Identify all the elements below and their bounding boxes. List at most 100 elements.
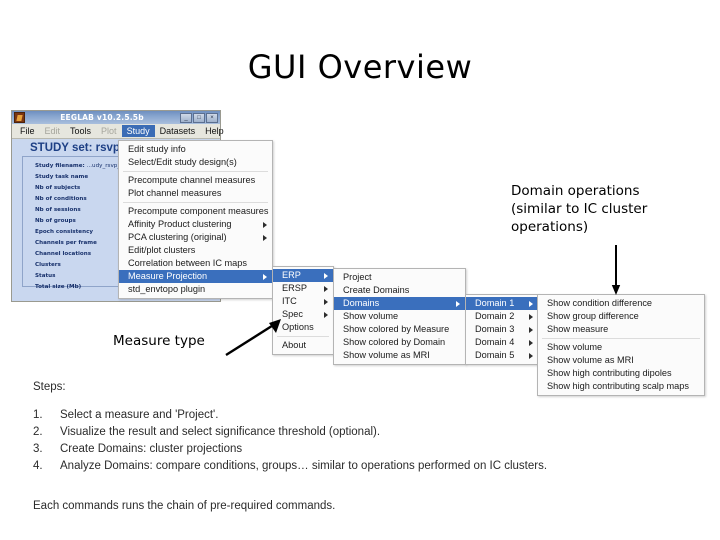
menu-item-show-high-contributing-dipoles[interactable]: Show high contributing dipoles	[538, 367, 704, 380]
menu-item-edit-plot-clusters[interactable]: Edit/plot clusters	[119, 244, 272, 257]
menu-item-show-condition-difference[interactable]: Show condition difference	[538, 297, 704, 310]
menu-item-project[interactable]: Project	[334, 271, 465, 284]
chevron-right-icon	[263, 221, 267, 228]
step-item: 3. Create Domains: cluster projections	[33, 441, 693, 458]
chevron-right-icon	[324, 298, 328, 305]
menu-item-label: Domain 2	[475, 311, 515, 321]
chevron-right-icon	[324, 311, 328, 318]
chevron-right-icon	[263, 234, 267, 241]
menu-item-domain-2[interactable]: Domain 2	[466, 310, 538, 323]
menu-item-domain-4[interactable]: Domain 4	[466, 336, 538, 349]
menubar-item-plot: Plot	[101, 126, 117, 136]
menu-item-domains[interactable]: Domains	[334, 297, 465, 310]
minimize-icon[interactable]: _	[180, 112, 192, 123]
menu-item-options[interactable]: Options	[273, 321, 333, 334]
page-title: GUI Overview	[247, 48, 473, 86]
menu-item-create-domains[interactable]: Create Domains	[334, 284, 465, 297]
domain-operations-submenu: Show condition difference Show group dif…	[537, 294, 705, 396]
annotation-line: Domain operations	[511, 183, 640, 199]
step-text: Select a measure and 'Project'.	[60, 409, 219, 421]
eeglab-app-icon	[14, 112, 25, 123]
menu-item-show-volume[interactable]: Show volume	[538, 341, 704, 354]
menu-item-spec[interactable]: Spec	[273, 308, 333, 321]
maximize-icon[interactable]: □	[193, 112, 205, 123]
menubar-item-tools[interactable]: Tools	[65, 125, 96, 137]
menu-item-show-colored-by-domain[interactable]: Show colored by Domain	[334, 336, 465, 349]
annotation-measure-type: Measure type	[113, 333, 205, 349]
step-number: 1.	[33, 409, 43, 421]
domain-list-submenu: Domain 1 Domain 2 Domain 3 Domain 4 Doma…	[465, 294, 539, 365]
step-number: 2.	[33, 426, 43, 438]
down-arrow-icon	[611, 245, 621, 295]
step-number: 4.	[33, 460, 43, 472]
menu-item-plot-channel-measures[interactable]: Plot channel measures	[119, 187, 272, 200]
menubar-item-study[interactable]: Study	[121, 125, 155, 137]
menu-item-measure-projection[interactable]: Measure Projection	[119, 270, 272, 283]
menu-item-show-group-difference[interactable]: Show group difference	[538, 310, 704, 323]
menubar-item-edit: Edit	[44, 126, 61, 136]
chevron-right-icon	[529, 326, 533, 333]
menu-item-label: Domain 1	[475, 298, 515, 308]
chevron-right-icon	[529, 300, 533, 307]
step-text: Analyze Domains: compare conditions, gro…	[60, 460, 548, 472]
menu-item-label: Domains	[343, 298, 380, 308]
menu-item-show-measure[interactable]: Show measure	[538, 323, 704, 336]
step-text: Create Domains: cluster projections	[60, 443, 243, 455]
menu-item-affinity-product-clustering[interactable]: Affinity Product clustering	[119, 218, 272, 231]
menu-item-about[interactable]: About	[273, 339, 333, 352]
study-field-label: Study filename:	[35, 163, 85, 169]
chevron-right-icon	[529, 339, 533, 346]
step-number: 3.	[33, 443, 43, 455]
chevron-right-icon	[324, 272, 328, 279]
menu-item-domain-5[interactable]: Domain 5	[466, 349, 538, 362]
menu-separator	[123, 202, 268, 203]
chevron-right-icon	[263, 273, 267, 280]
window-titlebar[interactable]: EEGLAB v10.2.5.5b _ □ ×	[12, 111, 220, 124]
menu-item-domain-1[interactable]: Domain 1	[466, 297, 538, 310]
diagonal-arrow-icon	[225, 319, 281, 357]
step-item: 4. Analyze Domains: compare conditions, …	[33, 458, 693, 475]
menu-item-itc[interactable]: ITC	[273, 295, 333, 308]
menu-item-select-edit-study-design[interactable]: Select/Edit study design(s)	[119, 156, 272, 169]
menu-item-label: Domain 3	[475, 324, 515, 334]
menu-item-erp[interactable]: ERP	[273, 269, 333, 282]
menu-item-domain-3[interactable]: Domain 3	[466, 323, 538, 336]
menu-separator	[277, 336, 329, 337]
menu-item-ersp[interactable]: ERSP	[273, 282, 333, 295]
menu-item-label: PCA clustering (original)	[128, 232, 227, 242]
menu-item-show-high-contributing-scalp-maps[interactable]: Show high contributing scalp maps	[538, 380, 704, 393]
menu-item-label: ITC	[282, 296, 297, 306]
menubar: File Edit Tools Plot Study Datasets Help	[12, 124, 224, 139]
menu-item-std-envtopo-plugin[interactable]: std_envtopo plugin	[119, 283, 272, 296]
chevron-right-icon	[529, 313, 533, 320]
menu-item-label: ERP	[282, 270, 301, 280]
menu-item-pca-clustering[interactable]: PCA clustering (original)	[119, 231, 272, 244]
menu-item-label: ERSP	[282, 283, 308, 293]
chevron-right-icon	[456, 300, 460, 307]
menu-item-label: Affinity Product clustering	[128, 219, 232, 229]
menu-item-label: Domain 5	[475, 350, 515, 360]
annotation-line: operations)	[511, 219, 589, 235]
menu-item-precompute-channel-measures[interactable]: Precompute channel measures	[119, 174, 272, 187]
menu-item-correlation-between-ic-maps[interactable]: Correlation between IC maps	[119, 257, 272, 270]
chevron-right-icon	[529, 352, 533, 359]
step-text: Visualize the result and select signific…	[60, 426, 381, 438]
study-dropdown-menu: Edit study info Select/Edit study design…	[118, 140, 273, 299]
chevron-right-icon	[324, 285, 328, 292]
menubar-item-datasets[interactable]: Datasets	[155, 125, 201, 137]
menu-item-show-volume-as-mri[interactable]: Show volume as MRI	[334, 349, 465, 362]
menu-item-label: Spec	[282, 309, 303, 319]
window-title: EEGLAB v10.2.5.5b	[60, 113, 144, 122]
menu-item-label: Measure Projection	[128, 271, 208, 281]
close-icon[interactable]: ×	[206, 112, 218, 123]
menu-separator	[123, 171, 268, 172]
menubar-item-help[interactable]: Help	[200, 125, 229, 137]
annotation-line: (similar to IC cluster	[511, 201, 648, 217]
annotation-domain-operations: Domain operations (similar to IC cluster…	[511, 182, 711, 236]
menu-item-show-volume-as-mri[interactable]: Show volume as MRI	[538, 354, 704, 367]
menu-item-show-volume[interactable]: Show volume	[334, 310, 465, 323]
menu-item-precompute-component-measures[interactable]: Precompute component measures	[119, 205, 272, 218]
menu-item-show-colored-by-measure[interactable]: Show colored by Measure	[334, 323, 465, 336]
menu-item-edit-study-info[interactable]: Edit study info	[119, 143, 272, 156]
menubar-item-file[interactable]: File	[15, 125, 40, 137]
